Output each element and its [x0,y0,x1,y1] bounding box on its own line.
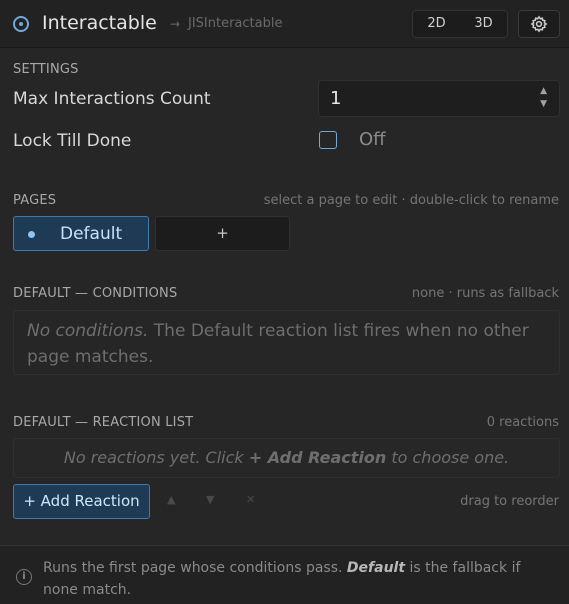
conditions-empty-box: No conditions. The Default reaction list… [13,310,560,375]
component-header: Interactable → JISInteractable 2D 3D [0,0,569,48]
settings-section-label: SETTINGS [13,62,79,77]
conditions-hint: none · runs as fallback [411,286,559,301]
conditions-section-label: DEFAULT — CONDITIONS [13,286,178,301]
reactions-empty-suffix: to choose one. [386,448,510,467]
stepper-up-icon[interactable]: ▲ [540,85,547,98]
reaction-list-empty-box: No reactions yet. Click + Add Reaction t… [13,438,560,478]
stepper-down-icon[interactable]: ▼ [540,98,547,111]
view-2d-button[interactable]: 2D [413,11,460,37]
component-class-name: JISInteractable [188,16,283,31]
move-up-icon[interactable]: ▲ [167,493,175,506]
gear-icon [530,15,548,33]
target-icon [13,16,29,32]
footer-text-emphasis: Default [346,560,406,576]
reaction-count: 0 reactions [486,415,559,430]
max-interactions-input[interactable]: 1 ▲ ▼ [318,80,560,117]
max-interactions-label: Max Interactions Count [13,89,211,109]
conditions-empty-emphasis: No conditions. [27,321,149,341]
move-down-icon[interactable]: ▼ [206,493,214,506]
footer-text: Runs the first page whose conditions pas… [43,557,558,601]
page-tab-default[interactable]: Default [13,216,149,251]
reactions-empty-prefix: No reactions yet. Click [63,448,249,467]
delete-icon[interactable]: ✕ [246,493,255,506]
reaction-list-section-label: DEFAULT — REACTION LIST [13,415,194,430]
number-stepper[interactable]: ▲ ▼ [540,85,547,111]
lock-till-done-state: Off [359,129,386,150]
lock-till-done-checkbox[interactable] [319,131,337,149]
max-interactions-value: 1 [330,88,342,109]
settings-button[interactable] [518,10,560,38]
view-3d-button[interactable]: 3D [460,11,507,37]
pages-section-label: PAGES [13,193,57,208]
footer-text-before: Runs the first page whose conditions pas… [43,560,347,576]
lock-till-done-label: Lock Till Done [13,131,132,151]
active-dot-icon [28,231,35,238]
arrow-icon: → [170,17,181,31]
component-title: Interactable [42,12,157,34]
info-icon: i [16,569,32,585]
view-mode-toggle: 2D 3D [412,10,508,38]
info-footer: i Runs the first page whose conditions p… [0,545,569,604]
add-page-button[interactable]: + [155,216,290,251]
pages-hint: select a page to edit · double-click to … [263,193,559,208]
reorder-hint: drag to reorder [460,494,559,509]
page-tab-label: Default [60,224,123,244]
reactions-empty-bold: + Add Reaction [248,448,387,467]
add-reaction-button[interactable]: + Add Reaction [13,484,150,519]
